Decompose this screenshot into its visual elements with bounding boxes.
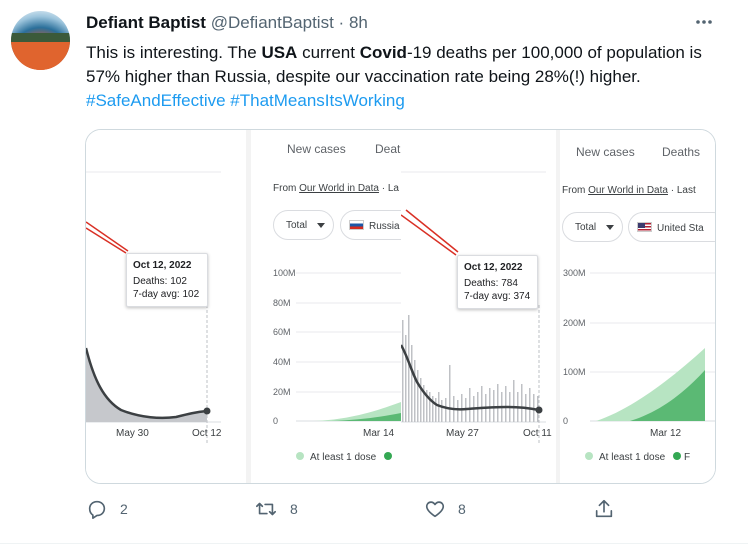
reply-count: 2 xyxy=(120,501,128,517)
tooltip-date: Oct 12, 2022 xyxy=(464,262,523,273)
legend-label: F xyxy=(683,452,691,463)
y-axis-label: 40M xyxy=(273,357,291,367)
deaths-area xyxy=(86,348,207,422)
y-axis-label: 200M xyxy=(563,318,586,328)
legend-swatch-light xyxy=(585,452,593,460)
tooltip-avg: 7-day avg: 102 xyxy=(133,289,200,300)
y-axis-label: 20M xyxy=(273,387,291,397)
y-axis-label: 100M xyxy=(563,367,586,377)
tooltip-deaths: Deaths: 784 xyxy=(464,278,518,289)
share-button[interactable] xyxy=(593,498,615,520)
media-image-russia-deaths[interactable]: Oct 12, 2022 Deaths: 102 7-day avg: 102 … xyxy=(86,130,246,483)
author-name[interactable]: Defiant Baptist xyxy=(86,13,206,32)
legend-label: At least 1 dose xyxy=(599,452,666,463)
separator-dot: · xyxy=(338,13,345,32)
media-image-russia-vaccinations[interactable]: New cases Deat From Our World in Data · … xyxy=(246,130,401,483)
avatar-ground xyxy=(11,42,70,70)
retweet-icon xyxy=(256,502,276,516)
daily-bars xyxy=(402,315,539,422)
tweet-time[interactable]: 8h xyxy=(349,13,368,32)
retweet-count: 8 xyxy=(290,501,298,517)
y-axis-label: 60M xyxy=(273,327,291,337)
tweet-text-part: current xyxy=(297,43,360,62)
like-button[interactable]: 8 xyxy=(424,498,466,520)
pointer-line xyxy=(401,214,457,256)
author-avatar[interactable] xyxy=(11,11,70,70)
tweet-text: This is interesting. The USA current Cov… xyxy=(86,41,726,113)
y-axis-label: 0 xyxy=(563,416,569,426)
author-handle[interactable]: @DefiantBaptist xyxy=(211,13,334,32)
legend-swatch-dark xyxy=(673,452,682,460)
pointer-line xyxy=(405,209,459,253)
pointer-line xyxy=(86,221,129,252)
tweet-media[interactable]: Oct 12, 2022 Deaths: 102 7-day avg: 102 … xyxy=(85,129,716,484)
x-axis-label: Mar 14 xyxy=(363,428,395,439)
chart-legend: At least 1 dose F xyxy=(585,452,690,463)
divider xyxy=(0,543,748,544)
chart-legend: At least 1 dose xyxy=(296,452,393,463)
vaccination-chart-usa xyxy=(590,272,715,422)
hover-point xyxy=(535,406,543,414)
tweet-actions: 2 8 8 xyxy=(0,498,748,532)
x-axis-label: Oct 12 xyxy=(192,428,222,439)
reply-button[interactable]: 2 xyxy=(86,498,128,520)
media-image-usa-vaccinations[interactable]: New cases Deaths From Our World in Data … xyxy=(556,130,715,483)
legend-swatch-light xyxy=(296,452,304,460)
chart-tooltip: Oct 12, 2022 Deaths: 784 7-day avg: 374 xyxy=(457,255,538,309)
y-axis-label: 0 xyxy=(273,416,279,426)
deaths-chart-russia xyxy=(86,171,221,445)
hover-point xyxy=(203,407,211,415)
legend-swatch-dark xyxy=(384,452,393,460)
y-axis-label: 300M xyxy=(563,268,586,278)
media-image-usa-deaths[interactable]: Oct 12, 2022 Deaths: 784 7-day avg: 374 … xyxy=(401,130,556,483)
tweet-text-bold: USA xyxy=(261,43,298,62)
heart-icon xyxy=(425,501,445,518)
hashtag-link[interactable]: #SafeAndEffective xyxy=(86,91,226,110)
y-axis-label: 100M xyxy=(273,268,296,278)
x-axis-label: May 30 xyxy=(116,428,149,439)
x-axis-label: May 27 xyxy=(446,428,479,439)
tweet-text-bold: Covid xyxy=(359,43,407,62)
x-axis-label: Mar 12 xyxy=(650,428,682,439)
tooltip-avg: 7-day avg: 374 xyxy=(464,291,531,302)
like-count: 8 xyxy=(458,501,466,517)
panel-content: New cases Deat From Our World in Data · … xyxy=(251,130,401,483)
hashtag-link[interactable]: #ThatMeansItsWorking xyxy=(230,91,404,110)
ellipsis-icon[interactable] xyxy=(694,12,714,37)
legend-label: At least 1 dose xyxy=(310,452,377,463)
y-axis-label: 80M xyxy=(273,298,291,308)
tweet-text-part: This is interesting. The xyxy=(86,43,262,62)
retweet-button[interactable]: 8 xyxy=(254,498,298,520)
x-axis-label: Oct 11 xyxy=(523,428,552,439)
chart-tooltip: Oct 12, 2022 Deaths: 102 7-day avg: 102 xyxy=(126,253,208,307)
share-icon xyxy=(595,499,613,518)
reply-icon xyxy=(88,500,106,519)
pointer-line xyxy=(86,227,127,254)
panel-content: New cases Deaths From Our World in Data … xyxy=(560,130,715,483)
tweet-header: Defiant Baptist @DefiantBaptist · 8h xyxy=(86,13,368,33)
tooltip-deaths: Deaths: 102 xyxy=(133,276,187,287)
tooltip-date: Oct 12, 2022 xyxy=(133,260,192,271)
